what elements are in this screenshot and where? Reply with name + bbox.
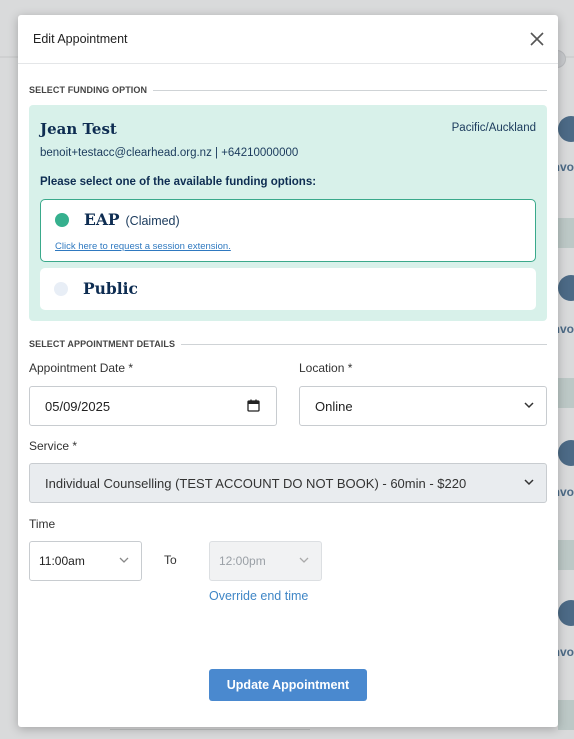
chevron-down-icon — [119, 557, 129, 563]
details-section-header: SELECT APPOINTMENT DETAILS — [29, 339, 547, 349]
section-divider — [153, 89, 547, 91]
background-band — [558, 218, 574, 248]
background-avatar — [558, 440, 574, 466]
funding-option-status: (Claimed) — [125, 214, 180, 228]
radio-unselected-icon[interactable] — [54, 282, 68, 296]
background-footer — [110, 729, 310, 739]
background-band — [558, 700, 574, 730]
funding-option-public[interactable]: Public — [40, 268, 536, 310]
background-band — [558, 378, 574, 408]
service-value: Individual Counselling (TEST ACCOUNT DO … — [45, 475, 467, 491]
override-end-time-link[interactable]: Override end time — [209, 589, 308, 603]
client-timezone: Pacific/Auckland — [451, 122, 536, 134]
session-extension-link[interactable]: Click here to request a session extensio… — [55, 241, 231, 252]
details-section-title: SELECT APPOINTMENT DETAILS — [29, 339, 176, 349]
funding-section-header: SELECT FUNDING OPTION — [29, 85, 547, 95]
time-label: Time — [29, 517, 56, 531]
location-label: Location * — [299, 361, 353, 375]
funding-option-label: Public — [83, 279, 138, 298]
chevron-down-icon — [524, 402, 534, 409]
calendar-icon[interactable] — [247, 399, 260, 412]
service-select[interactable]: Individual Counselling (TEST ACCOUNT DO … — [29, 463, 547, 503]
funding-section-title: SELECT FUNDING OPTION — [29, 85, 148, 95]
background-band — [558, 540, 574, 570]
appointment-date-label: Appointment Date * — [29, 361, 134, 375]
location-value: Online — [315, 398, 353, 414]
modal-title: Edit Appointment — [33, 32, 128, 46]
background-avatar — [558, 600, 574, 626]
funding-option-eap[interactable]: EAP (Claimed) Click here to request a ses… — [40, 199, 536, 262]
modal-header: Edit Appointment — [18, 15, 558, 64]
close-icon[interactable] — [528, 30, 546, 48]
chevron-down-icon — [524, 479, 534, 486]
end-time-value: 12:00pm — [219, 554, 266, 568]
section-divider — [181, 343, 547, 345]
end-time-select: 12:00pm — [209, 541, 322, 581]
funding-option-eap-title: EAP (Claimed) — [84, 210, 180, 229]
funding-prompt: Please select one of the available fundi… — [40, 176, 317, 188]
location-select[interactable]: Online — [299, 386, 547, 426]
chevron-down-icon — [299, 557, 309, 563]
update-appointment-button[interactable]: Update Appointment — [209, 669, 367, 701]
background-avatar — [558, 275, 574, 301]
service-label: Service * — [29, 439, 78, 453]
funding-panel: Jean Test Pacific/Auckland benoit+testac… — [29, 105, 547, 321]
appointment-date-value: 05/09/2025 — [45, 398, 111, 414]
client-name: Jean Test — [40, 120, 117, 138]
background-avatar — [558, 116, 574, 142]
start-time-select[interactable]: 11:00am — [29, 541, 142, 581]
client-contact: benoit+testacc@clearhead.org.nz | +64210… — [40, 147, 299, 159]
edit-appointment-modal: Edit Appointment SELECT FUNDING OPTION J… — [18, 15, 558, 727]
start-time-value: 11:00am — [39, 554, 85, 568]
to-label: To — [164, 553, 177, 567]
appointment-date-input[interactable]: 05/09/2025 — [29, 386, 277, 426]
radio-selected-icon[interactable] — [55, 213, 69, 227]
funding-option-label: EAP — [84, 210, 120, 229]
